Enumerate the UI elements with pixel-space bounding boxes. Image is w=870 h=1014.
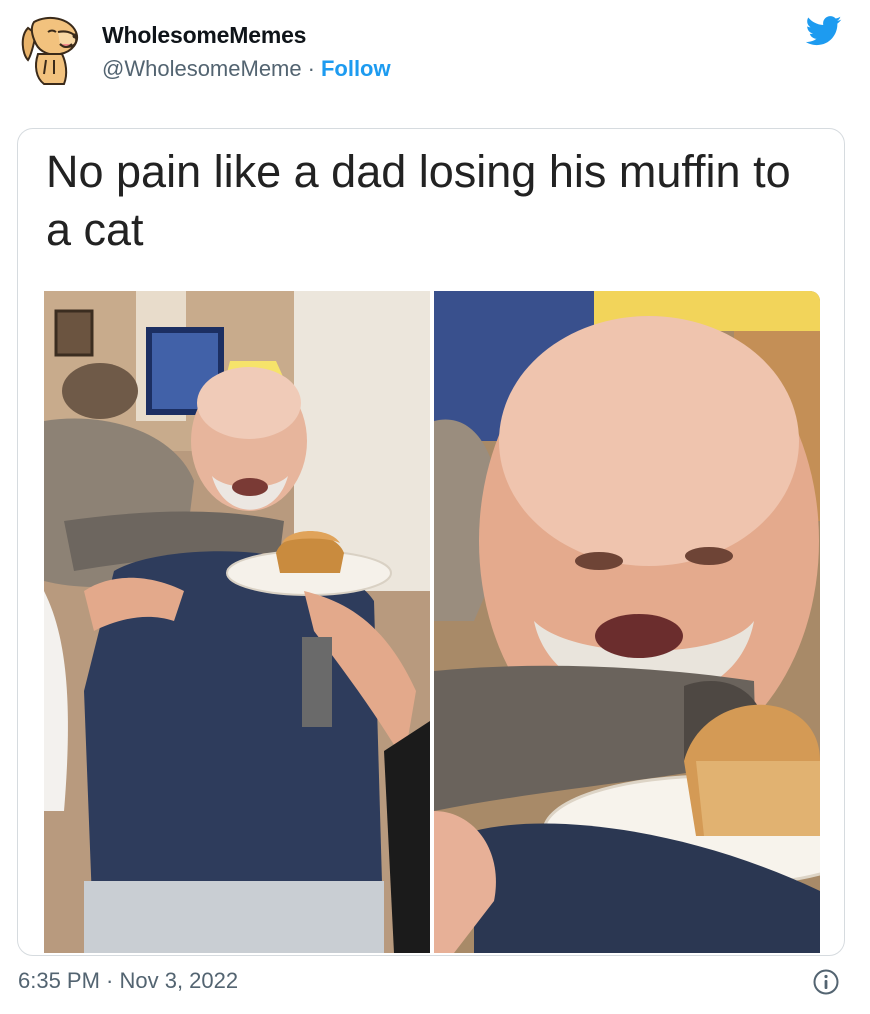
dog-avatar-illustration xyxy=(21,16,78,85)
handle-row: @WholesomeMeme · Follow xyxy=(102,56,391,82)
dog-avatar[interactable] xyxy=(18,14,82,86)
meme-caption: No pain like a dad losing his muffin to … xyxy=(46,146,791,255)
display-name[interactable]: WholesomeMemes xyxy=(102,22,306,49)
info-icon[interactable] xyxy=(812,968,840,996)
follow-button[interactable]: Follow xyxy=(321,56,391,81)
separator-dot: · xyxy=(307,56,315,81)
tweet-timestamp[interactable]: 6:35 PM · Nov 3, 2022 xyxy=(18,968,238,994)
photo-left xyxy=(44,291,430,953)
photo-right xyxy=(434,291,820,953)
user-handle[interactable]: @WholesomeMeme xyxy=(102,56,302,81)
meme-image-card[interactable]: No pain like a dad losing his muffin to … xyxy=(17,128,845,956)
twitter-bird-icon[interactable] xyxy=(805,16,842,48)
